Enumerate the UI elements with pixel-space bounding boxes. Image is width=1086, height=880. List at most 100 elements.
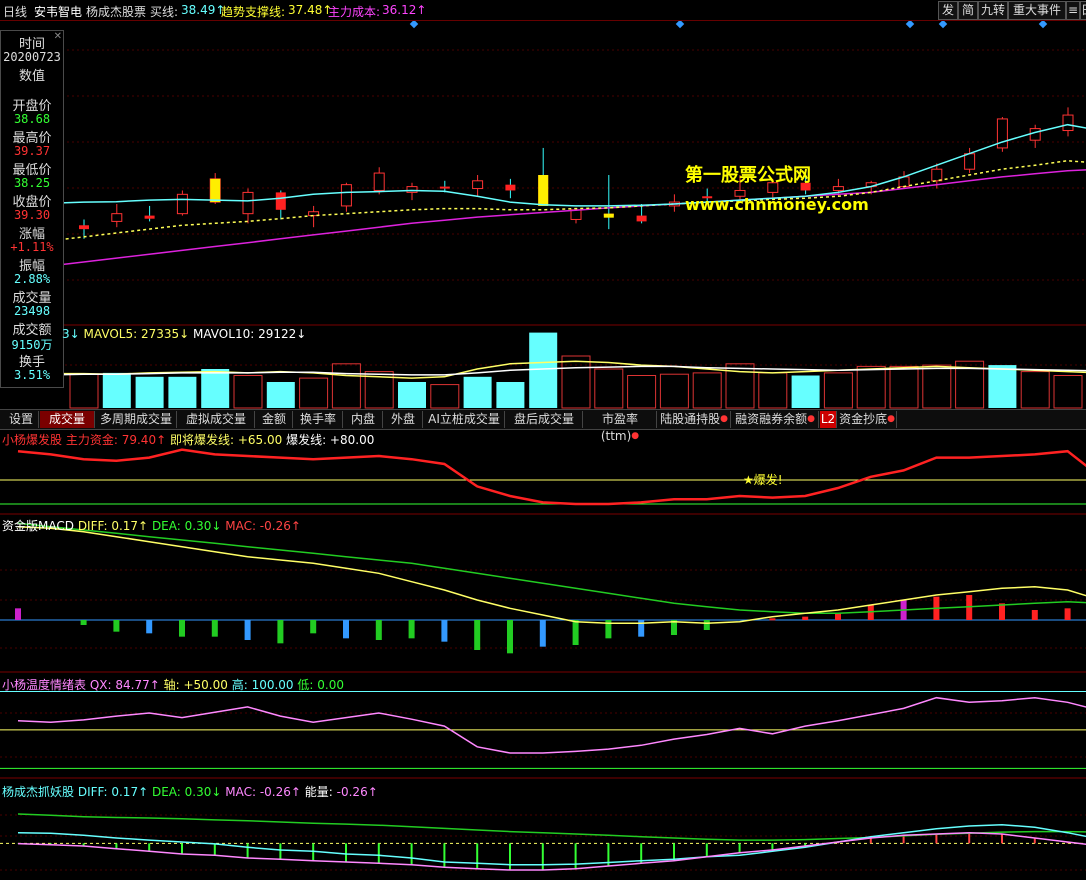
ind3-name[interactable]: 小杨温度情绪表 — [2, 678, 86, 692]
volume-bar — [627, 375, 657, 409]
volume-bar — [988, 365, 1017, 408]
tab-label: AI立桩成交量 — [428, 412, 500, 426]
macd-histogram-bar — [474, 620, 481, 650]
candle-body — [144, 215, 155, 219]
tab-11[interactable]: 陆股通持股● — [658, 411, 731, 428]
ind4-name[interactable]: 杨成杰抓妖股 — [2, 785, 74, 799]
close-panel-icon[interactable]: ✕ — [54, 31, 62, 42]
simple-button[interactable]: 简 — [958, 1, 978, 20]
title-bar: 日线 安韦智电 杨成杰股票 买线: 38.49↑ 趋势支撑线: 37.48↑ 主… — [0, 0, 1086, 21]
signal-candle — [538, 175, 549, 206]
ind2-legend: 资金版MACD DIFF: 0.17↑ DEA: 0.30↓ MAC: -0.2… — [2, 517, 301, 534]
date-value: 20200723 — [3, 50, 61, 64]
macd-histogram-bar — [15, 608, 21, 620]
info-value: 2.88% — [13, 272, 51, 286]
publish-button[interactable]: 发 — [938, 1, 958, 20]
volume-bar — [692, 372, 722, 409]
tab-14[interactable]: 资金抄底● — [838, 411, 897, 428]
nine-turn-button[interactable]: 九转 — [978, 1, 1008, 20]
tab-12[interactable]: 融资融券余额● — [732, 411, 819, 428]
trend-line-label: 趋势支撑线: — [221, 5, 286, 19]
volume-bar — [1053, 375, 1083, 409]
macd-histogram-bar — [835, 613, 841, 620]
signal-candle — [603, 213, 614, 218]
volume-bar — [463, 376, 492, 408]
ind3-high: 高: 100.00 — [231, 678, 294, 692]
tab-label: 内盘 — [350, 412, 375, 426]
period-label[interactable]: 日线 — [3, 3, 27, 20]
tab-label: 金额 — [261, 412, 286, 426]
candle-body — [275, 192, 286, 210]
macd-histogram-bar — [211, 620, 218, 637]
macd-histogram-bar — [244, 620, 251, 640]
watermark-url: www.chnmoney.com — [685, 195, 869, 214]
tab-13[interactable]: L2 — [820, 411, 837, 428]
cost-line — [17, 169, 1086, 271]
tab-label: L2 — [820, 412, 836, 426]
tab-label: 多周期成交量 — [99, 412, 172, 426]
event-marker-icon — [409, 19, 419, 29]
mavol10-label: MAVOL10: 29122↓ — [193, 327, 307, 341]
candle-body — [570, 209, 582, 220]
volume-bar — [135, 376, 164, 408]
macd-histogram-bar — [539, 620, 546, 647]
tab-label: 盘后成交量 — [513, 412, 574, 426]
macd-histogram-bar — [310, 620, 317, 634]
tab-5[interactable]: 换手率 — [294, 411, 343, 428]
info-value: 38.68 — [13, 112, 51, 126]
menu-button[interactable]: ≡ — [1066, 1, 1080, 20]
tab-2[interactable]: 多周期成交量 — [96, 411, 177, 428]
volume-bar — [561, 355, 591, 409]
volume-bar — [594, 368, 624, 409]
tab-7[interactable]: 外盘 — [384, 411, 423, 428]
signal-candle — [210, 178, 221, 203]
info-value: 23498 — [13, 304, 51, 318]
candle-body — [964, 153, 976, 170]
indicator-tab-bar: 设置 成交量 多周期成交量 虚拟成交量 金额 换手率 内盘 外盘 AI立桩成交量 盘后成交量 市盈率… — [0, 409, 1086, 443]
macd-histogram-bar — [375, 620, 382, 640]
info-value: 3.51% — [13, 368, 51, 382]
ind1-name[interactable]: 小杨爆发股 — [2, 433, 62, 447]
ind3-low: 低: 0.00 — [297, 678, 344, 692]
tab-0[interactable]: 设置 — [4, 411, 39, 428]
macd-histogram-bar — [1031, 610, 1038, 620]
volume-bar — [69, 373, 99, 409]
candle-body — [439, 186, 450, 189]
tab-6[interactable]: 内盘 — [344, 411, 383, 428]
qx-line — [17, 696, 1086, 754]
info-value: +1.11% — [10, 240, 54, 254]
tab-3[interactable]: 虚拟成交量 — [178, 411, 255, 428]
volume-bar — [430, 384, 460, 409]
tab-4[interactable]: 金额 — [256, 411, 293, 428]
candle-body — [242, 191, 254, 215]
tab-1[interactable]: 成交量 — [40, 411, 95, 428]
burst-signal: ★爆发! — [743, 473, 783, 487]
tab-label: 资金抄底 — [839, 412, 888, 426]
candle-body — [1062, 114, 1074, 132]
candle-body — [636, 215, 647, 222]
volume-bar — [102, 372, 131, 408]
major-events-button[interactable]: 重大事件 — [1008, 1, 1066, 20]
tab-8[interactable]: AI立桩成交量 — [424, 411, 505, 428]
volume-legend-prefix: 3↓ — [62, 327, 80, 341]
tab-9[interactable]: 盘后成交量 — [506, 411, 583, 428]
volume-bar — [331, 363, 361, 409]
ind1-main-label: 主力资金: — [65, 433, 118, 447]
ind2-mac: MAC: -0.26↑ — [225, 519, 301, 533]
info-value: 38.25 — [13, 176, 51, 190]
ind4-mac: MAC: -0.26↑ — [225, 785, 301, 799]
ind2-name[interactable]: 资金版MACD — [2, 519, 74, 533]
volume-legend: 3↓ MAVOL5: 27335↓ MAVOL10: 29122↓ — [62, 327, 306, 341]
volume-bar — [889, 365, 919, 409]
ind4-energy-label: 能量: — [304, 785, 333, 799]
candle-body — [176, 193, 188, 215]
tab-dot-icon: ● — [720, 414, 728, 424]
extra-button[interactable]: 日 — [1080, 1, 1086, 20]
volume-bar — [856, 365, 886, 409]
macd-histogram-bar — [408, 620, 415, 639]
candle-body — [931, 168, 943, 182]
tab-10[interactable]: 市盈率(ttm)● — [584, 411, 657, 443]
volume-bar — [496, 382, 525, 408]
tab-label: 成交量 — [48, 412, 85, 426]
ind4-energy: -0.26↑ — [336, 785, 378, 799]
